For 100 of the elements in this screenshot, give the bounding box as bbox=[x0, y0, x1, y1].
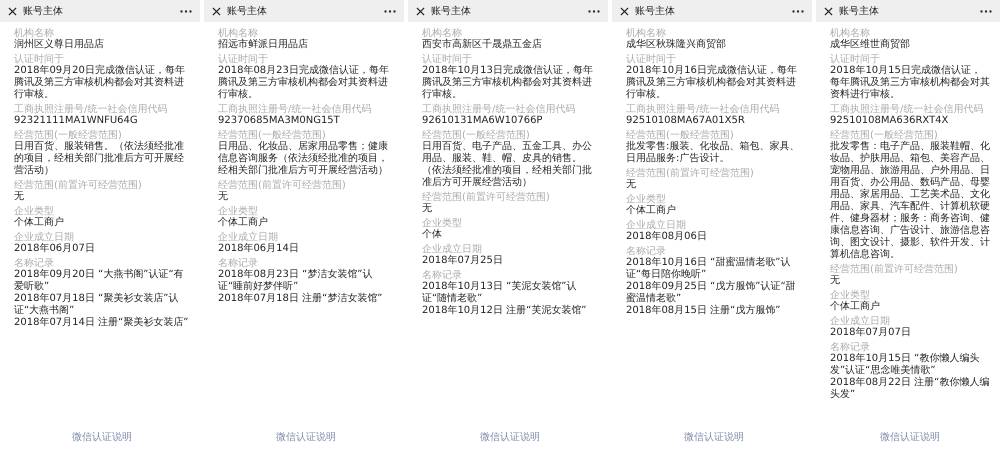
verification-info-link[interactable]: 微信认证说明 bbox=[684, 430, 744, 444]
field-value: 2018年10月15日完成微信认证，每年腾讯及第三方审核机构都会对其资料进行审核。 bbox=[830, 65, 990, 101]
page-title: 账号主体 bbox=[839, 4, 880, 18]
field-value: 西安市高新区千晟鼎五金店 bbox=[422, 39, 543, 51]
field-value: 无 bbox=[422, 203, 433, 215]
field-label: 企业成立日期 bbox=[830, 316, 891, 327]
field-label: 企业类型 bbox=[422, 218, 463, 229]
field-value: 无 bbox=[218, 191, 229, 203]
field-label: 经营范围(一般经营范围) bbox=[830, 130, 939, 141]
verification-info-link[interactable]: 微信认证说明 bbox=[276, 430, 336, 444]
field-value: 2018年07月18日 “聚美衫女装店”认证“大燕书阁” bbox=[14, 293, 180, 316]
close-icon[interactable] bbox=[416, 6, 425, 16]
field-value: 92510108MA636RXT4X bbox=[830, 115, 950, 127]
field-label: 工商执照注册号/统一社会信用代码 bbox=[830, 104, 984, 115]
field-value: 日用百货、电子产品、五金工具、办公用品、服装、鞋、帽、皮具的销售。（依法须经批准的项目，经相关部门批准后方可开展经营活动） bbox=[422, 141, 593, 189]
field-label: 认证时间于 bbox=[218, 54, 269, 65]
more-icon[interactable] bbox=[980, 10, 992, 12]
field-label: 企业类型 bbox=[218, 206, 258, 217]
close-icon[interactable] bbox=[212, 6, 221, 16]
more-icon[interactable] bbox=[384, 10, 396, 12]
field-label: 名称记录 bbox=[626, 246, 667, 257]
field-value: 无 bbox=[626, 179, 637, 191]
field-value: 润州区义尊日用品店 bbox=[14, 39, 105, 51]
field-value: 2018年08月23日完成微信认证，每年腾讯及第三方审核机构都会对其资料进行审核。 bbox=[218, 65, 390, 101]
field-label: 机构名称 bbox=[422, 28, 462, 39]
field-label: 名称记录 bbox=[830, 342, 871, 353]
field-value: 无 bbox=[830, 275, 841, 287]
field-value: 2018年08月23日 “梦洁女装馆”认证“睡前好梦伴听” bbox=[218, 269, 374, 292]
field-label: 企业类型 bbox=[14, 206, 54, 217]
field-label: 企业成立日期 bbox=[218, 232, 279, 243]
more-icon[interactable] bbox=[588, 10, 600, 12]
field-label: 工商执照注册号/统一社会信用代码 bbox=[14, 104, 168, 115]
field-value: 92370685MA3M0NG15T bbox=[218, 115, 341, 127]
field-value: 成华区维世商贸部 bbox=[830, 39, 911, 51]
more-icon[interactable] bbox=[180, 10, 192, 12]
field-value: 2018年09月25日 “戊方服饰”认证“甜蜜温情老歌” bbox=[626, 281, 797, 304]
field-value: 2018年06月14日 bbox=[218, 243, 300, 255]
field-value: 个体工商户 bbox=[218, 217, 269, 229]
close-icon[interactable] bbox=[620, 6, 629, 16]
field-label: 机构名称 bbox=[218, 28, 258, 39]
field-value: 2018年10月16日 “甜蜜温情老歌”认证“每日陪你晚听” bbox=[626, 257, 792, 280]
field-value: 2018年08月06日 bbox=[626, 231, 708, 243]
field-value: 2018年07月25日 bbox=[422, 255, 504, 267]
field-label: 认证时间于 bbox=[626, 54, 677, 65]
page-title: 账号主体 bbox=[431, 4, 472, 18]
verification-info-link[interactable]: 微信认证说明 bbox=[480, 430, 540, 444]
field-value: 个体工商户 bbox=[830, 301, 881, 313]
field-label: 名称记录 bbox=[422, 270, 463, 281]
field-value: 2018年09月20日完成微信认证，每年腾讯及第三方审核机构都会对其资料进行审核。 bbox=[14, 65, 186, 101]
field-value: 92510108MA67A01X5R bbox=[626, 115, 746, 127]
field-label: 经营范围(一般经营范围) bbox=[14, 130, 123, 141]
field-label: 机构名称 bbox=[626, 28, 666, 39]
field-value: 2018年10月16日完成微信认证，每年腾讯及第三方审核机构都会对其资料进行审核。 bbox=[626, 65, 798, 101]
more-icon[interactable] bbox=[792, 10, 804, 12]
field-label: 机构名称 bbox=[14, 28, 54, 39]
field-label: 经营范围(前置许可经营范围) bbox=[14, 180, 143, 191]
field-value: 日用百货、服装销售。（依法须经批准的项目，经相关部门批准后方可开展经营活动） bbox=[14, 141, 185, 177]
field-value: 日用品、化妆品、居家用品零售；健康信息咨询服务（依法须经批准的项目，经相关部门批准后方可开展经营活动） bbox=[218, 141, 389, 177]
field-label: 名称记录 bbox=[218, 258, 259, 269]
field-value: 招远市鲜派日用品店 bbox=[218, 39, 309, 51]
field-label: 企业类型 bbox=[626, 194, 666, 205]
field-label: 企业类型 bbox=[830, 290, 870, 301]
field-value: 2018年10月15日 “教你懒人编头发”认证“思念唯美情歌” bbox=[830, 353, 980, 376]
field-label: 经营范围(前置许可经营范围) bbox=[218, 180, 347, 191]
field-value: 个体 bbox=[422, 229, 443, 241]
field-value: 2018年07月07日 bbox=[830, 327, 912, 339]
field-label: 工商执照注册号/统一社会信用代码 bbox=[218, 104, 372, 115]
field-label: 企业成立日期 bbox=[626, 220, 687, 231]
field-label: 工商执照注册号/统一社会信用代码 bbox=[422, 104, 576, 115]
field-value: 2018年08月15日 注册“戊方服饰” bbox=[626, 305, 782, 317]
field-label: 经营范围(前置许可经营范围) bbox=[626, 168, 755, 179]
field-value: 2018年10月12日 注册“芙泥女装馆” bbox=[422, 305, 588, 317]
field-label: 机构名称 bbox=[830, 28, 870, 39]
verification-info-link[interactable]: 微信认证说明 bbox=[880, 430, 940, 444]
field-value: 个体工商户 bbox=[14, 217, 65, 229]
page-title: 账号主体 bbox=[227, 4, 268, 18]
field-value: 92321111MA1WNFU64G bbox=[14, 115, 139, 127]
field-value: 2018年10月13日 “芙泥女装馆”认证“随情老歌” bbox=[422, 281, 578, 304]
field-label: 经营范围(一般经营范围) bbox=[626, 130, 735, 141]
page-title: 账号主体 bbox=[635, 4, 676, 18]
field-value: 批发零售：电子产品、服装鞋帽、化妆品、护肤用品、箱包、美容产品、宠物用品、旅游用品、户外用品、日用百货、办公用品、数码产品、母婴用品、家居用品、工艺美术品、文化用品、家具、汽车配件、计算机软硬件、健身器材；服务：商务咨询、健康信息咨询、广告设计、旅游信息咨询、图文设计、摄影、软件开发、计算机信息咨询。 bbox=[830, 141, 990, 261]
field-label: 经营范围(前置许可经营范围) bbox=[422, 192, 551, 203]
field-value: 批发零售:服装、化妆品、箱包、家具、日用品服务:广告设计。 bbox=[626, 141, 800, 165]
field-value: 2018年06月07日 bbox=[14, 243, 96, 255]
field-label: 经营范围(前置许可经营范围) bbox=[830, 264, 959, 275]
verification-info-link[interactable]: 微信认证说明 bbox=[72, 430, 132, 444]
close-icon[interactable] bbox=[824, 6, 833, 16]
field-label: 经营范围(一般经营范围) bbox=[422, 130, 531, 141]
field-value: 2018年10月13日完成微信认证，每年腾讯及第三方审核机构都会对其资料进行审核。 bbox=[422, 65, 594, 101]
field-label: 企业成立日期 bbox=[422, 244, 483, 255]
field-label: 工商执照注册号/统一社会信用代码 bbox=[626, 104, 780, 115]
field-value: 92610131MA6W10766P bbox=[422, 115, 544, 127]
close-icon[interactable] bbox=[8, 6, 17, 16]
field-value: 2018年07月14日 注册“聚美衫女装店” bbox=[14, 317, 190, 329]
field-value: 2018年08月22日 注册“教你懒人编头发” bbox=[830, 377, 990, 401]
field-label: 认证时间于 bbox=[14, 54, 65, 65]
field-value: 无 bbox=[14, 191, 25, 203]
field-label: 经营范围(一般经营范围) bbox=[218, 130, 327, 141]
field-label: 认证时间于 bbox=[830, 54, 881, 65]
field-value: 2018年09月20日 “大燕书阁”认证“有爱听歌” bbox=[14, 269, 185, 292]
